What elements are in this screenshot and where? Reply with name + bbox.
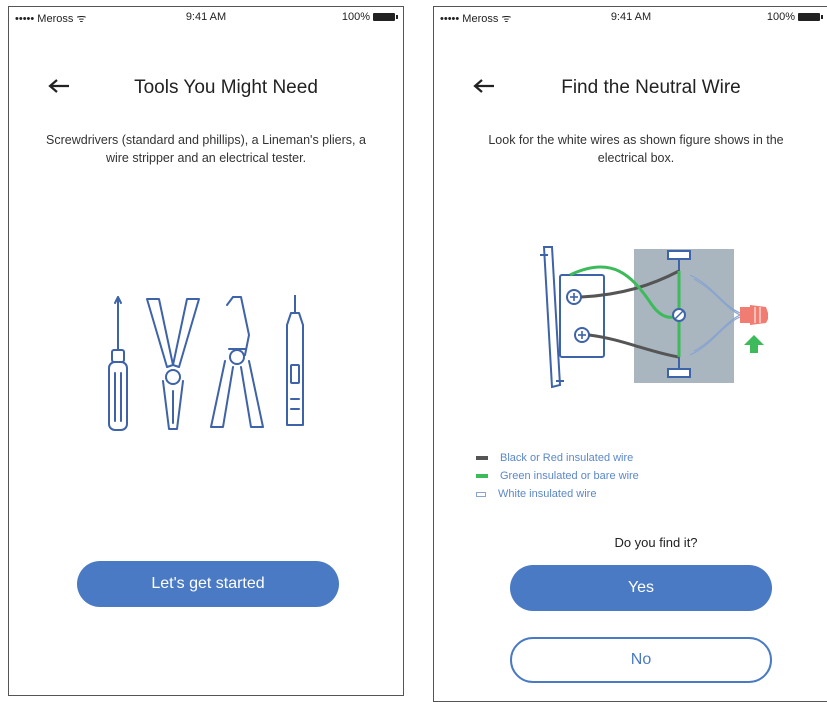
- legend-label: Green insulated or bare wire: [500, 470, 639, 482]
- legend-item: Green insulated or bare wire: [476, 467, 639, 485]
- no-button[interactable]: No: [510, 637, 772, 683]
- wire-connector-icon: [740, 305, 768, 325]
- instructions-text: Look for the white wires as shown figure…: [488, 133, 784, 165]
- screen-neutral-wire: ••••• Meross ᯤ 9:41 AM 100% Find the Neu…: [433, 6, 827, 702]
- instructions-text: Screwdrivers (standard and phillips), a …: [46, 133, 366, 165]
- yes-button[interactable]: Yes: [510, 565, 772, 611]
- legend-label: White insulated wire: [498, 488, 597, 500]
- question-text: Do you find it?: [614, 535, 698, 550]
- battery-percent: 100%: [766, 11, 795, 23]
- white-wire-swatch: [476, 491, 486, 497]
- screwdriver-icon: [108, 296, 128, 431]
- battery-icon: [373, 13, 398, 21]
- battery-icon: [798, 13, 823, 21]
- back-arrow-icon[interactable]: [47, 77, 71, 95]
- get-started-button[interactable]: Let's get started: [77, 561, 339, 607]
- status-bar: ••••• Meross ᯤ 9:41 AM 100%: [9, 11, 403, 27]
- up-arrow-icon: [744, 335, 764, 353]
- page-title: Find the Neutral Wire: [561, 77, 741, 98]
- battery-status: 100%: [341, 11, 398, 23]
- back-arrow-icon[interactable]: [472, 77, 496, 95]
- page-title: Tools You Might Need: [134, 77, 318, 98]
- legend-item: Black or Red insulated wire: [476, 449, 639, 467]
- wire-legend: Black or Red insulated wire Green insula…: [476, 449, 639, 503]
- switch-wiring-diagram: [540, 246, 768, 389]
- legend-item: White insulated wire: [476, 485, 639, 503]
- wire-stripper-icon: [210, 296, 264, 428]
- black-wire-swatch: [476, 456, 488, 460]
- lineman-pliers-icon: [146, 298, 200, 430]
- screen-tools: ••••• Meross ᯤ 9:41 AM 100% Tools You Mi…: [8, 6, 404, 696]
- legend-label: Black or Red insulated wire: [500, 452, 634, 464]
- electrical-tester-icon: [286, 295, 304, 426]
- green-wire-swatch: [476, 474, 488, 478]
- status-bar: ••••• Meross ᯤ 9:41 AM 100%: [434, 11, 827, 27]
- battery-status: 100%: [766, 11, 823, 23]
- battery-percent: 100%: [341, 11, 370, 23]
- tools-illustration: [108, 295, 304, 431]
